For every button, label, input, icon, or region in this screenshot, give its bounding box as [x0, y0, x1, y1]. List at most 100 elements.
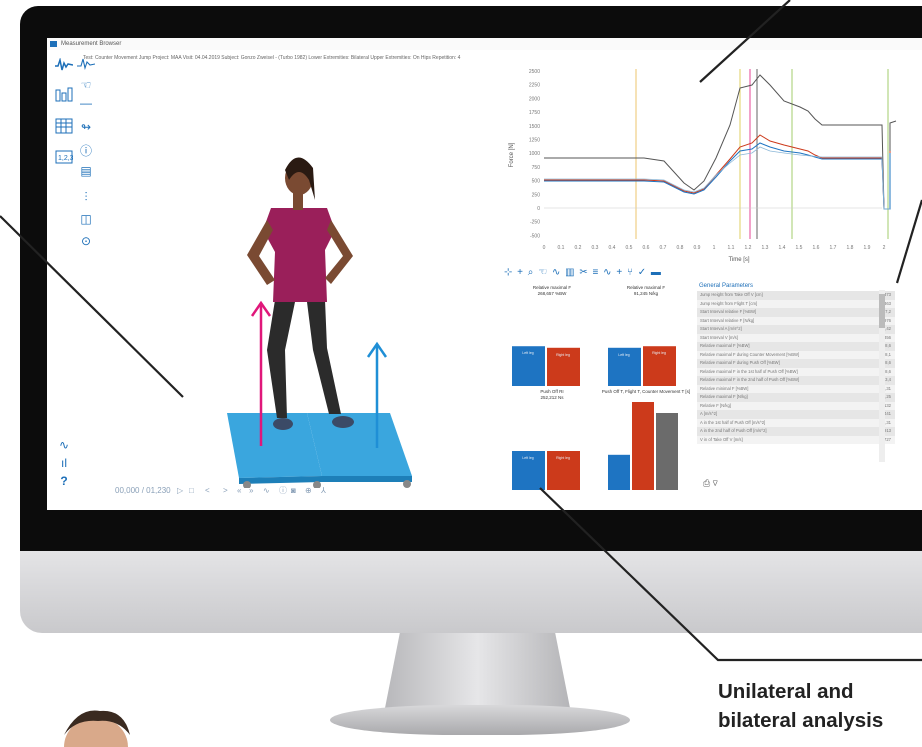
- add-marker-icon[interactable]: +: [517, 267, 524, 278]
- x-tick-label: 1.8: [847, 245, 854, 251]
- line-tool-icon[interactable]: —: [77, 94, 95, 112]
- statistics-icon[interactable]: ıl: [55, 454, 73, 472]
- force-compare-icon[interactable]: [77, 56, 95, 74]
- sliders-icon[interactable]: ⫶: [77, 188, 95, 206]
- cut-icon[interactable]: ✂: [579, 267, 588, 278]
- table-row[interactable]: Start Interval relative F [%BW] 227,2: [697, 308, 895, 317]
- target-icon[interactable]: ⊕: [305, 482, 312, 500]
- table-row[interactable]: V in of Take Off V [m/s] 2,727: [697, 435, 895, 444]
- table-row[interactable]: Start Interval relative F [N/kg] 0,976: [697, 316, 895, 325]
- more-icon[interactable]: ⊙: [77, 232, 95, 250]
- x-tick-label: 0.6: [643, 245, 650, 251]
- bar-charts-panel: Relative maximal F 268,657 %BW Relative …: [504, 282, 694, 494]
- table-row[interactable]: Relative maximal F [%BW] 268,6: [697, 342, 895, 351]
- help-icon[interactable]: ?: [55, 472, 73, 490]
- table-row[interactable]: A in the 2nd half of Push Off [m/s^2] 8,9…: [697, 427, 895, 436]
- y-tick-label: 1250: [529, 138, 540, 144]
- export-icon[interactable]: ⎙: [703, 478, 710, 488]
- chart1-value: 268,657 %BW: [538, 291, 568, 296]
- video-link-icon[interactable]: ▬: [651, 267, 662, 278]
- table-row[interactable]: Relative F [N/kg] 8,132: [697, 401, 895, 410]
- table-row[interactable]: Relative maximal F during Counter Moveme…: [697, 350, 895, 359]
- general-parameters-table: General Parameters Jump Height from Take…: [697, 282, 895, 468]
- check-curve-icon[interactable]: ✓: [638, 267, 647, 278]
- monitor-chin: [20, 551, 922, 633]
- y-tick-label: 1000: [529, 151, 540, 157]
- chart3-title: Push Off RI: [540, 389, 563, 394]
- table-row[interactable]: Start Interval V [m/s] 0,356: [697, 333, 895, 342]
- info-icon[interactable]: ⓘ: [77, 142, 95, 160]
- crosshair-icon[interactable]: +: [616, 267, 623, 278]
- fast-forward-icon[interactable]: »: [249, 482, 253, 500]
- signal-icon[interactable]: ∿: [55, 436, 73, 454]
- parameters-scrollbar[interactable]: [879, 290, 885, 462]
- bar-time-2: [656, 413, 678, 490]
- rewind-icon[interactable]: «: [237, 482, 241, 500]
- plot-toolbar: ⊹ + ⌕ ☜ ∿ ▥ ✂ ≡ ∿ + ⑂ ✓ ▬: [504, 266, 744, 280]
- camera-icon[interactable]: ◙: [291, 482, 296, 500]
- chart1-title: Relative maximal F: [533, 285, 572, 290]
- scrollbar-thumb[interactable]: [879, 294, 885, 328]
- table-row[interactable]: Jump Height from Take Off V [cm] 0,373: [697, 291, 895, 300]
- svg-text:1,2,3: 1,2,3: [58, 155, 73, 162]
- force-curve-icon[interactable]: [55, 58, 73, 76]
- y-tick-label: 2500: [529, 69, 540, 75]
- curve-detail-icon[interactable]: ↬: [77, 118, 95, 136]
- y-tick-label: 500: [532, 179, 541, 185]
- x-tick-label: 1.9: [864, 245, 871, 251]
- parameter-name: V in of Take Off V [m/s]: [700, 436, 743, 442]
- table-row[interactable]: A [m/s^2] 0,441: [697, 410, 895, 419]
- sync-curve-icon[interactable]: ∿: [263, 482, 270, 500]
- x-tick-label: 1.5: [796, 245, 803, 251]
- presenter-photo: [64, 710, 130, 747]
- chart3-value: 252,212 Ns: [540, 395, 564, 400]
- parameter-name: Start Interval relative F [N/kg]: [700, 317, 755, 323]
- menu-icon[interactable]: ≡: [593, 267, 600, 278]
- hand-cursor-icon[interactable]: ☜: [77, 76, 95, 94]
- x-tick-label: 0: [543, 245, 546, 251]
- x-tick-label: 0.2: [575, 245, 582, 251]
- filter-icon[interactable]: ⊽: [713, 478, 718, 488]
- y-tick-label: 0: [537, 206, 540, 212]
- prev-frame-icon[interactable]: <: [205, 482, 210, 500]
- table-row[interactable]: Relative maximal F in the 2nd half of Pu…: [697, 376, 895, 385]
- fork-icon[interactable]: ⑂: [627, 267, 634, 278]
- table-icon[interactable]: [55, 118, 73, 136]
- x-tick-label: 0.5: [626, 245, 633, 251]
- play-icon[interactable]: ▷: [177, 482, 183, 500]
- book-icon[interactable]: ◫: [77, 210, 95, 228]
- numbers-icon[interactable]: 1,2,3: [55, 150, 73, 168]
- parameter-name: Relative maximal F during Counter Moveme…: [700, 351, 800, 357]
- table-row[interactable]: Relative maximal F [N/kg] 91,25: [697, 393, 895, 402]
- table-row[interactable]: Jump Height from Flight T [cm] 0,363: [697, 299, 895, 308]
- bar-label: Left leg: [522, 456, 534, 460]
- skeleton-icon[interactable]: ⅄: [321, 482, 326, 500]
- table-row[interactable]: Relative maximal F during Push Off [%BW]…: [697, 359, 895, 368]
- table-row[interactable]: Start Interval A [m/s^2] 12,42: [697, 325, 895, 334]
- parameter-name: Jump Height from Flight T [cm]: [700, 300, 758, 306]
- parameter-name: Relative maximal F [%BW]: [700, 343, 750, 348]
- x-axis-label: Time [s]: [728, 257, 749, 263]
- y-tick-label: -250: [530, 220, 540, 226]
- zoom-icon[interactable]: ⌕: [528, 267, 535, 278]
- cursor-tool-icon[interactable]: ⊹: [504, 267, 513, 278]
- stop-icon[interactable]: □: [189, 482, 194, 500]
- player-info-icon[interactable]: ⓘ: [279, 482, 287, 500]
- title-bar: Measurement Browser: [47, 38, 922, 50]
- pan-icon[interactable]: ☜: [538, 267, 548, 278]
- curve-icon[interactable]: ∿: [552, 267, 561, 278]
- video-player-controls: 00,000 / 01,230 ▷ □ < > « » ∿ ⓘ ◙ ⊕ ⅄: [107, 482, 502, 500]
- y-tick-label: 250: [532, 192, 541, 198]
- report-icon[interactable]: ▤: [77, 162, 95, 180]
- parameter-name: Start Interval A [m/s^2]: [700, 326, 742, 331]
- x-tick-label: 0.1: [558, 245, 565, 251]
- table-row[interactable]: Relative maximal F in the 1st half of Pu…: [697, 367, 895, 376]
- wave-icon[interactable]: ∿: [603, 267, 612, 278]
- table-row[interactable]: Relative minimal F [%BW] 91,31: [697, 384, 895, 393]
- histogram-icon[interactable]: ▥: [565, 267, 575, 278]
- table-row[interactable]: A in the 1st half of Push Off [m/s^2] 13,…: [697, 418, 895, 427]
- next-frame-icon[interactable]: >: [223, 482, 228, 500]
- y-tick-label: 1750: [529, 110, 540, 116]
- parameter-name: A in the 2nd half of Push Off [m/s^2]: [700, 428, 767, 433]
- bar-chart-icon[interactable]: [55, 86, 73, 104]
